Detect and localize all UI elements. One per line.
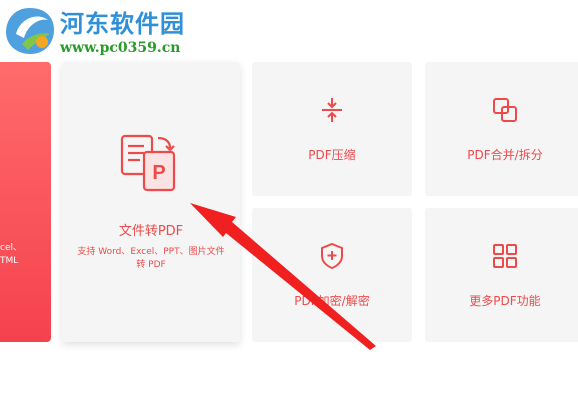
left-card-text-line2: TML	[0, 256, 19, 266]
more-pdf-functions-label: 更多PDF功能	[469, 294, 541, 308]
pdf-compress-label: PDF压缩	[308, 148, 356, 162]
grid-icon	[493, 244, 517, 268]
svg-text:P: P	[152, 162, 165, 184]
pdf-merge-split-label: PDF合并/拆分	[467, 148, 543, 162]
watermark-logo-icon	[6, 8, 54, 54]
shield-plus-icon	[321, 242, 343, 270]
file-to-pdf-icon: P	[120, 134, 176, 192]
file-to-pdf-card[interactable]: P 文件转PDF 支持 Word、Excel、PPT、图片文件转 PDF	[62, 62, 240, 342]
watermark-url: www.pc0359.cn	[60, 40, 181, 56]
pdf-encrypt-decrypt-label: PDF加密/解密	[294, 294, 370, 308]
pdf-merge-split-card[interactable]: PDF合并/拆分	[425, 62, 578, 196]
compress-icon	[322, 98, 342, 122]
left-feature-card[interactable]: cel、 TML	[0, 62, 51, 342]
watermark-title: 河东软件园	[60, 10, 185, 38]
left-card-text-line1: cel、	[0, 243, 22, 253]
file-to-pdf-label: 文件转PDF	[118, 224, 184, 239]
pdf-compress-card[interactable]: PDF压缩	[252, 62, 412, 196]
more-pdf-functions-card[interactable]: 更多PDF功能	[425, 208, 578, 342]
merge-split-icon	[493, 98, 517, 122]
left-card-text: cel、 TML	[0, 242, 50, 268]
watermark: 河东软件园 www.pc0359.cn	[0, 0, 210, 62]
file-to-pdf-desc: 支持 Word、Excel、PPT、图片文件转 PDF	[77, 247, 225, 270]
pdf-encrypt-decrypt-card[interactable]: PDF加密/解密	[252, 208, 412, 342]
